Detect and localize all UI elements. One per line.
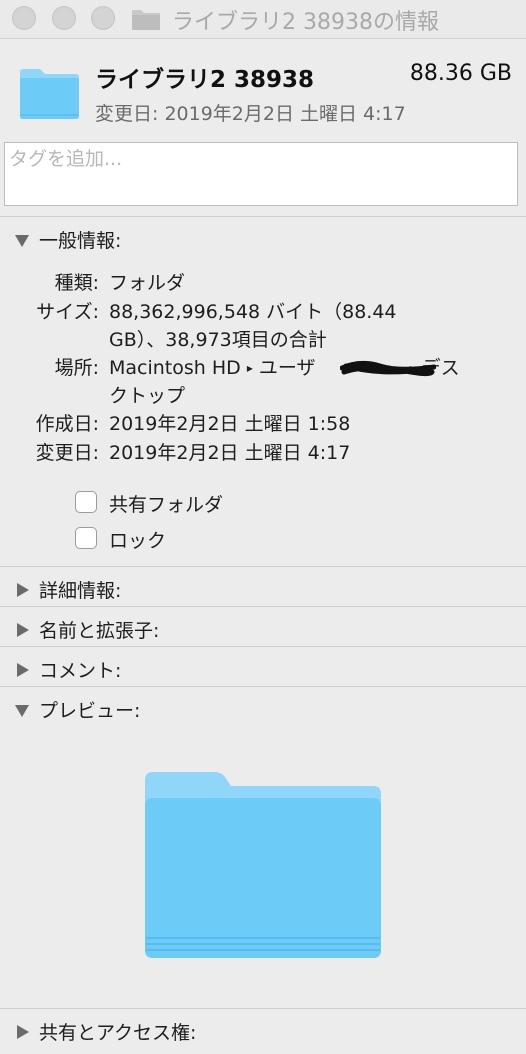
shared-folder-label: 共有フォルダ bbox=[109, 494, 224, 516]
folder-icon bbox=[20, 69, 79, 119]
window-title: ライブラリ2 38938の情報 bbox=[172, 10, 439, 35]
path-folder-cont: クトップ bbox=[109, 385, 186, 407]
section-more-info-title: 詳細情報: bbox=[39, 580, 122, 602]
shared-folder-checkbox[interactable] bbox=[75, 491, 97, 513]
minimize-button[interactable] bbox=[52, 6, 76, 30]
disclosure-down-icon bbox=[15, 704, 29, 717]
size-label: サイズ: bbox=[36, 301, 99, 323]
path-users: ユーザ bbox=[258, 357, 316, 379]
disclosure-right-icon bbox=[17, 582, 29, 597]
title-folder-icon bbox=[132, 10, 160, 30]
path-disk: Macintosh HD bbox=[109, 357, 241, 379]
divider bbox=[0, 686, 526, 687]
redaction-scribble bbox=[340, 360, 436, 377]
created-value: 2019年2月2日 土曜日 1:58 bbox=[109, 413, 351, 435]
item-name: ライブラリ2 38938 bbox=[95, 67, 315, 93]
divider bbox=[0, 606, 526, 607]
section-preview-toggle[interactable]: プレビュー: bbox=[14, 696, 140, 723]
section-preview-title: プレビュー: bbox=[39, 700, 141, 722]
locked-label: ロック bbox=[109, 530, 167, 552]
zoom-button[interactable] bbox=[91, 6, 115, 30]
divider bbox=[0, 646, 526, 647]
disclosure-right-icon bbox=[17, 662, 29, 677]
item-size: 88.36 GB bbox=[409, 61, 512, 86]
section-comments-title: コメント: bbox=[39, 660, 122, 682]
divider bbox=[0, 216, 526, 217]
section-general-title: 一般情報: bbox=[39, 230, 122, 252]
created-label: 作成日: bbox=[35, 413, 99, 435]
disclosure-right-icon bbox=[17, 622, 29, 637]
section-sharing-toggle[interactable]: 共有とアクセス権: bbox=[14, 1018, 196, 1045]
locked-checkbox[interactable] bbox=[75, 527, 97, 549]
divider bbox=[0, 1008, 526, 1009]
disclosure-right-icon bbox=[17, 1024, 29, 1039]
tags-input[interactable] bbox=[5, 143, 525, 175]
section-more-info-toggle[interactable]: 詳細情報: bbox=[14, 576, 121, 603]
modified-label: 変更日: bbox=[35, 442, 99, 464]
modified-value: 2019年2月2日 土曜日 4:17 bbox=[109, 442, 351, 464]
kind-value: フォルダ bbox=[109, 272, 186, 294]
divider bbox=[0, 566, 526, 567]
preview-folder-icon bbox=[145, 772, 381, 958]
section-name-ext-title: 名前と拡張子: bbox=[39, 620, 160, 642]
section-sharing-title: 共有とアクセス権: bbox=[39, 1022, 197, 1044]
disclosure-down-icon bbox=[15, 234, 29, 247]
size-value-line1: 88,362,996,548 バイト（88.44 bbox=[109, 301, 397, 323]
size-value-line2: GB）、38,973項目の合計 bbox=[109, 329, 327, 351]
close-button[interactable] bbox=[12, 6, 36, 30]
path-separator: ▸ bbox=[246, 361, 253, 375]
item-modified: 変更日: 2019年2月2日 土曜日 4:17 bbox=[95, 103, 406, 125]
section-comments-toggle[interactable]: コメント: bbox=[14, 656, 121, 683]
tags-field[interactable] bbox=[4, 142, 525, 206]
kind-label: 種類: bbox=[54, 272, 99, 294]
where-label: 場所: bbox=[54, 357, 99, 379]
title-bar: ライブラリ2 38938の情報 bbox=[0, 0, 526, 39]
section-name-ext-toggle[interactable]: 名前と拡張子: bbox=[14, 616, 159, 643]
section-general-toggle[interactable]: 一般情報: bbox=[14, 226, 121, 253]
